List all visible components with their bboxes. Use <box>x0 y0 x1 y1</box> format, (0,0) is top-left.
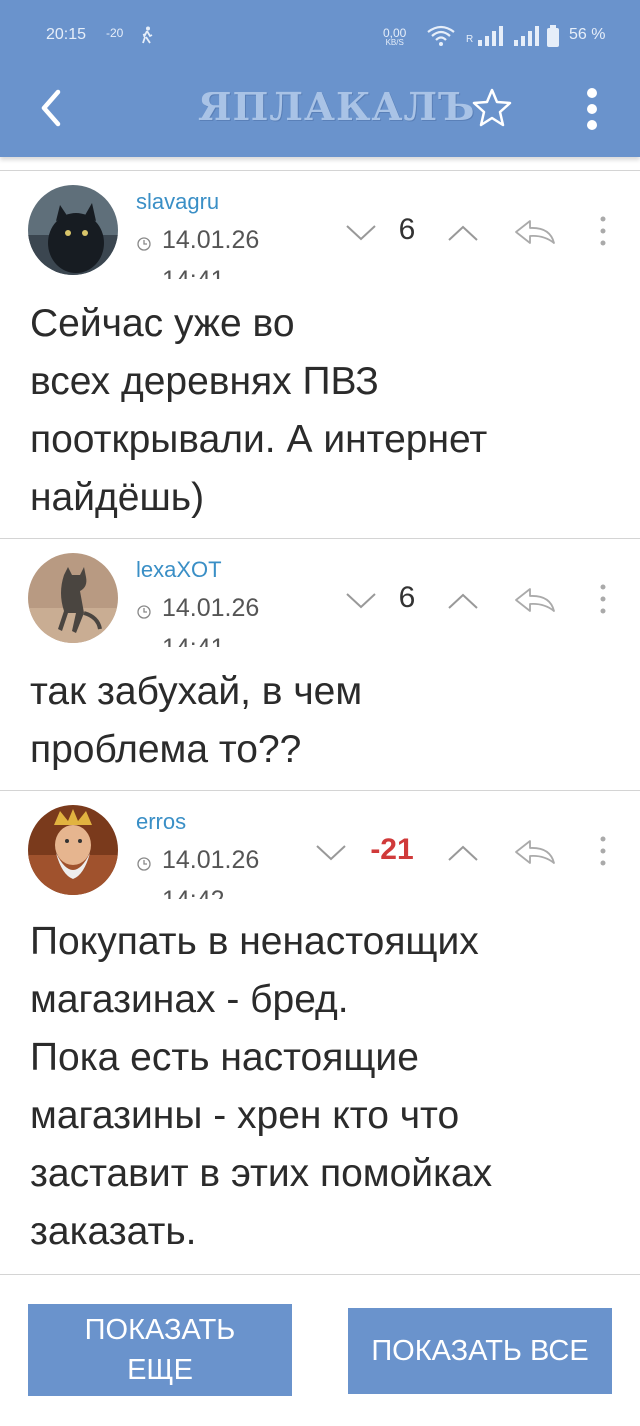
star-icon[interactable] <box>470 86 514 130</box>
show-more-label: ПОКАЗАТЬ ЕЩЕ <box>85 1310 236 1390</box>
post-date: 14.01.26 <box>162 594 260 622</box>
post-time: 14:41 <box>162 633 225 647</box>
status-extra: -20 <box>106 26 124 40</box>
comment-line: магазины - хрен кто что <box>30 1094 460 1137</box>
author-name[interactable]: erros <box>136 809 186 835</box>
comment-text: Сейчас уже во всех деревнях ПВЗ пооткрыв… <box>30 295 487 527</box>
show-more-label-line: ПОКАЗАТЬ <box>84 1314 236 1346</box>
signal-icon-2 <box>512 24 542 53</box>
net-speed-value: 0,00 <box>383 26 407 40</box>
vote-score: 6 <box>398 581 416 614</box>
comment-text: так забухай, в чем проблема то?? <box>30 663 362 779</box>
vote-score: -21 <box>370 833 414 866</box>
net-speed: 0,00 KB/S <box>383 26 407 48</box>
avatar[interactable] <box>28 185 118 275</box>
post-date: 14.01.26 <box>162 846 260 874</box>
status-bar: 20:15 -20 0,00 KB/S R 56 % <box>0 24 640 53</box>
comment-line: так забухай, в чем <box>30 670 363 713</box>
avatar[interactable] <box>28 553 118 643</box>
back-arrow-icon[interactable] <box>32 84 72 132</box>
comment-line: всех деревнях ПВЗ <box>30 360 379 403</box>
vote-down-icon[interactable] <box>344 591 378 611</box>
comment-line: заказать. <box>30 1210 197 1253</box>
post-more-icon[interactable] <box>598 215 608 247</box>
walking-icon <box>140 26 154 49</box>
wifi-icon <box>426 24 456 53</box>
post-date: 14.01.26 <box>162 226 260 254</box>
app-header: 20:15 -20 0,00 KB/S R 56 % ЯПЛАКАЛЪ <box>0 0 640 157</box>
author-name[interactable]: lexaXOT <box>136 557 222 583</box>
comment-line: проблема то?? <box>30 728 302 771</box>
post-more-icon[interactable] <box>598 583 608 615</box>
vote-up-icon[interactable] <box>446 843 480 863</box>
vote-score: 6 <box>398 213 416 246</box>
author-name[interactable]: slavagru <box>136 189 219 215</box>
post-time: 14:42 <box>162 885 225 899</box>
post-more-icon[interactable] <box>598 835 608 867</box>
app-logo[interactable]: ЯПЛАКАЛЪ <box>198 84 475 129</box>
reply-icon[interactable] <box>512 837 558 867</box>
clock-icon <box>137 857 151 871</box>
comment-line: Сейчас уже во <box>30 302 295 345</box>
vote-up-icon[interactable] <box>446 223 480 243</box>
show-more-button[interactable]: ПОКАЗАТЬ ЕЩЕ <box>28 1304 292 1396</box>
clock-icon <box>137 605 151 619</box>
more-vertical-icon[interactable] <box>580 86 604 132</box>
vote-down-icon[interactable] <box>314 843 348 863</box>
reply-icon[interactable] <box>512 217 558 247</box>
post-time: 14:41 <box>162 265 225 279</box>
comment-line: найдёшь) <box>30 476 205 519</box>
vote-up-icon[interactable] <box>446 591 480 611</box>
clock-icon <box>137 237 151 251</box>
show-more-label-line: ЕЩЕ <box>127 1354 193 1386</box>
battery-percent: 56 % <box>569 26 606 43</box>
comment-post: lexaXOT 14.01.26 14:41 6 так забухай, в … <box>0 538 640 791</box>
avatar[interactable] <box>28 805 118 895</box>
show-all-button[interactable]: ПОКАЗАТЬ ВСЕ <box>348 1308 612 1394</box>
comment-line: магазинах - бред. <box>30 978 349 1021</box>
battery-value: 56 <box>569 26 587 43</box>
comment-text: Покупать в ненастоящих магазинах - бред.… <box>30 913 492 1261</box>
net-speed-unit: KB/S <box>385 38 404 47</box>
comment-line: Пока есть настоящие <box>30 1036 419 1079</box>
comment-line: пооткрывали. А интернет <box>30 418 488 461</box>
status-time: 20:15 <box>46 26 87 43</box>
reply-icon[interactable] <box>512 585 558 615</box>
battery-icon <box>547 25 559 52</box>
vote-down-icon[interactable] <box>344 223 378 243</box>
comment-post: slavagru 14.01.26 14:41 6 Сейчас уже во … <box>0 170 640 539</box>
comment-post: erros 14.01.26 14:42 -21 Покупать в нена… <box>0 790 640 1275</box>
divider <box>0 1274 640 1275</box>
roaming-label: R <box>466 34 474 45</box>
comment-line: Покупать в ненастоящих <box>30 920 479 963</box>
comment-line: заставит в этих помойках <box>30 1152 493 1195</box>
